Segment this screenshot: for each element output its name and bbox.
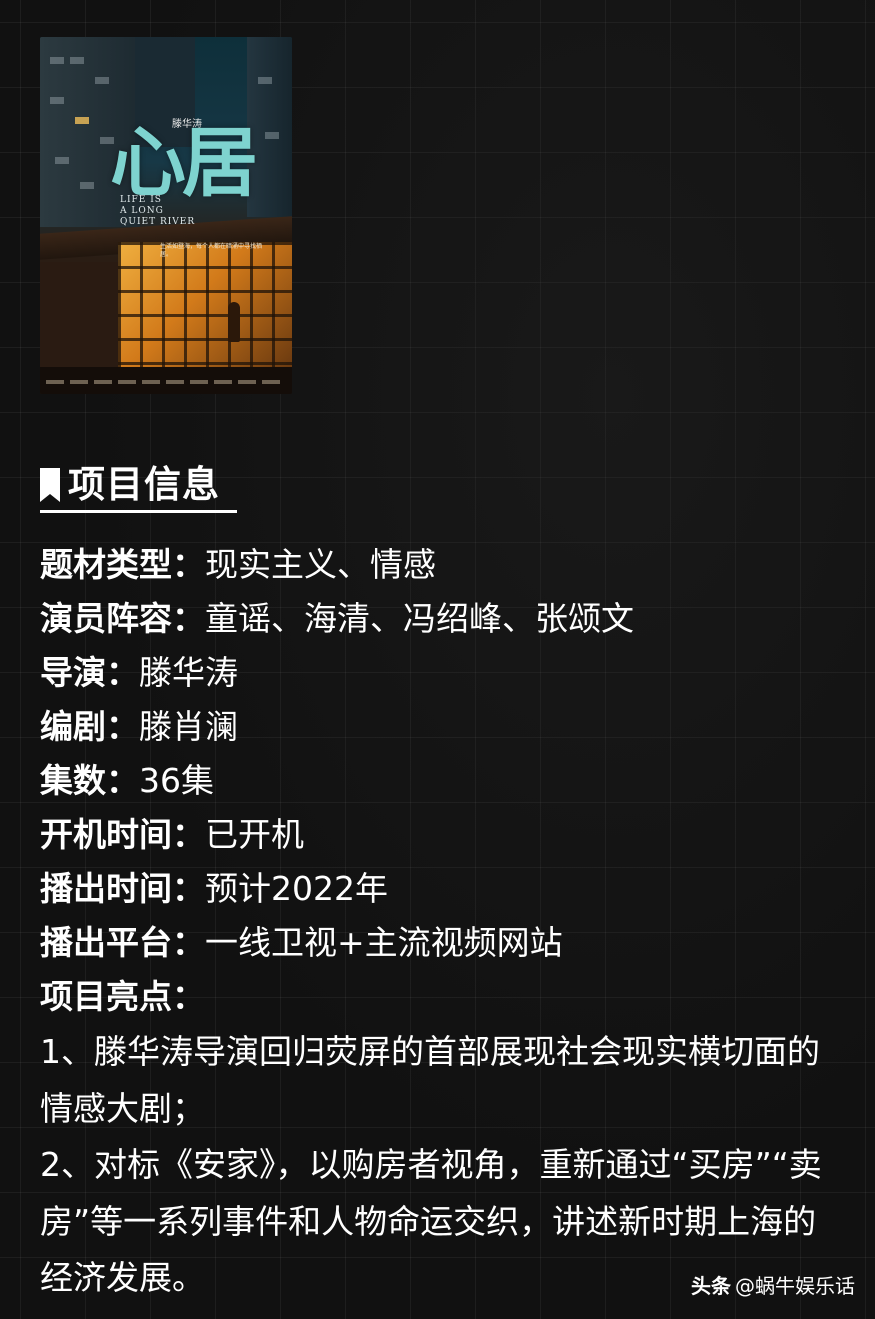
- info-label: 演员阵容：: [40, 599, 205, 638]
- poster-window: [95, 77, 109, 84]
- watermark-brand: 头条: [691, 1274, 731, 1298]
- highlights-list: 1、滕华涛导演回归荧屏的首部展现社会现实横切面的情感大剧； 2、对标《安家》，以…: [40, 1024, 830, 1307]
- poster-tagline: 生活如登海，每个人都在暗涌中寻找栖居。: [160, 243, 263, 258]
- info-platform: 播出平台：一线卫视+主流视频网站: [40, 916, 830, 970]
- info-value: 现实主义、情感: [205, 545, 436, 584]
- poster-window: [258, 77, 272, 84]
- info-value: 滕肖澜: [139, 707, 238, 746]
- poster-window: [80, 182, 94, 189]
- bookmark-icon: [40, 468, 60, 502]
- info-filming-start: 开机时间：已开机: [40, 808, 830, 862]
- poster-credits: [46, 380, 286, 384]
- info-cast: 演员阵容：童谣、海清、冯绍峰、张颂文: [40, 592, 830, 646]
- info-label: 导演：: [40, 653, 139, 692]
- poster-figure: [228, 302, 240, 342]
- section-title: 项目信息: [68, 463, 220, 506]
- info-label: 编剧：: [40, 707, 139, 746]
- info-label: 题材类型：: [40, 545, 205, 584]
- info-highlights-label: 项目亮点：: [40, 970, 830, 1024]
- poster-window: [70, 57, 84, 64]
- poster-title: 心居: [110, 118, 258, 207]
- info-value: 滕华涛: [139, 653, 238, 692]
- info-value: 一线卫视+主流视频网站: [205, 923, 563, 962]
- info-label: 集数：: [40, 761, 139, 800]
- heading-underline: [40, 510, 237, 513]
- poster-window: [50, 97, 64, 104]
- poster-english-title: LIFE IS A LONG QUIET RIVER: [120, 195, 196, 227]
- info-value: 童谣、海清、冯绍峰、张颂文: [205, 599, 634, 638]
- info-air-date: 播出时间：预计2022年: [40, 862, 830, 916]
- drama-poster: 滕华涛 心居 LIFE IS A LONG QUIET RIVER 生活如登海，…: [40, 37, 292, 394]
- info-value: 预计2022年: [205, 869, 388, 908]
- watermark: 头条 @蜗牛娱乐话: [691, 1270, 855, 1299]
- poster-window: [50, 57, 64, 64]
- info-director: 导演：滕华涛: [40, 646, 830, 700]
- info-screenwriter: 编剧：滕肖澜: [40, 700, 830, 754]
- info-genre: 题材类型：现实主义、情感: [40, 538, 830, 592]
- poster-window: [55, 157, 69, 164]
- info-value: 36集: [139, 761, 214, 800]
- poster-window-lit: [75, 117, 89, 124]
- info-episodes: 集数：36集: [40, 754, 830, 808]
- project-info-list: 题材类型：现实主义、情感 演员阵容：童谣、海清、冯绍峰、张颂文 导演：滕华涛 编…: [40, 538, 830, 1024]
- info-label: 播出时间：: [40, 869, 205, 908]
- info-label: 播出平台：: [40, 923, 205, 962]
- section-heading: 项目信息: [40, 461, 220, 509]
- poster-window: [265, 132, 279, 139]
- poster-window-bars: [118, 242, 292, 367]
- watermark-account: @蜗牛娱乐话: [735, 1274, 855, 1298]
- info-label: 开机时间：: [40, 815, 205, 854]
- highlight-item: 1、滕华涛导演回归荧屏的首部展现社会现实横切面的情感大剧；: [40, 1032, 820, 1128]
- info-value: 已开机: [205, 815, 304, 854]
- info-label: 项目亮点：: [40, 977, 205, 1016]
